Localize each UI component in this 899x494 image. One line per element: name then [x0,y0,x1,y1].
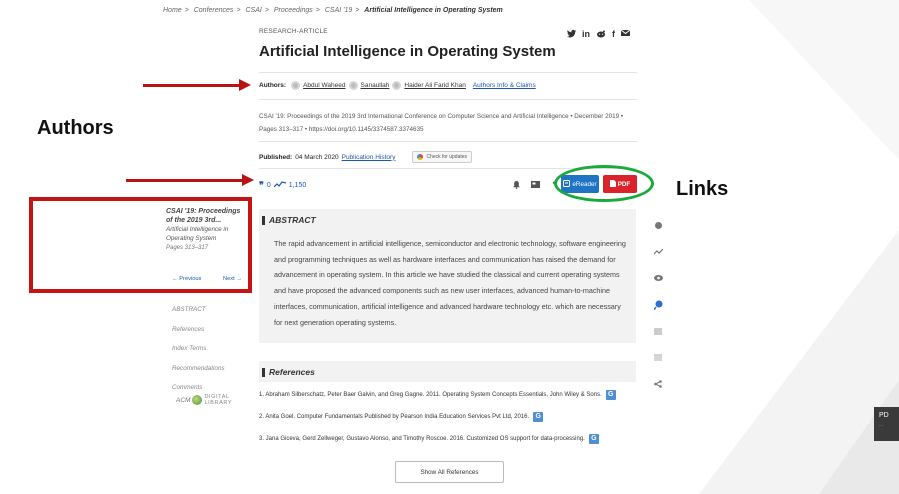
references-section-header: References [259,361,636,382]
downloads-count[interactable]: 1,150 [289,182,307,189]
info-icon[interactable] [652,219,664,231]
authors-arrow [143,79,251,91]
heading-bar [262,215,265,225]
citations-count[interactable]: 0 [267,182,271,189]
metrics-row: ❞ 0 1,150 [259,180,306,191]
author-avatar-icon [392,81,402,90]
metrics-icon[interactable] [652,246,664,258]
links-annotation-label: Links [676,178,729,200]
sidebar-highlight-box [29,197,252,293]
breadcrumb-csai[interactable]: CSAI [245,7,261,14]
breadcrumb-conferences[interactable]: Conferences [194,7,234,14]
background-decoration [639,0,899,494]
check-for-updates-button[interactable]: Check for updates [412,151,473,163]
divider [259,72,637,73]
authors-row: Authors: Abdul Waheed Sanaullah Haider A… [259,81,536,90]
breadcrumb-csai19[interactable]: CSAI '19 [325,7,352,14]
references-heading: References [262,367,315,377]
sidebar-item-abstract[interactable]: ABSTRACT [172,300,225,320]
publication-history-link[interactable]: Publication History [342,154,396,161]
share-icon[interactable] [652,378,664,390]
facebook-icon[interactable]: f [612,29,615,40]
abstract-section: ABSTRACT The rapid advancement in artifi… [259,209,636,343]
breadcrumb-current: Artificial Intelligence in Operating Sys… [364,7,503,14]
linkedin-icon[interactable]: in [582,29,590,40]
google-scholar-icon[interactable]: G [605,390,616,400]
pdf-side-tab[interactable]: PD ··· [874,407,899,441]
breadcrumb-proceedings[interactable]: Proceedings [274,7,313,14]
globe-icon [192,395,203,405]
author-link[interactable]: Abdul Waheed [303,82,345,89]
abstract-heading: ABSTRACT [262,215,316,225]
breadcrumb-home[interactable]: Home [163,7,182,14]
reference-item: 1. Abraham Silberschatz, Peter Baer Galv… [259,390,649,400]
authors-info-link[interactable]: Authors Info & Claims [473,82,536,89]
author-link[interactable]: Sanaullah [361,82,390,89]
sidebar-item-references[interactable]: References [172,320,225,340]
show-all-references-button[interactable]: Show All References [395,461,504,483]
article-tools: ❞ [512,180,559,189]
crossmark-icon [417,154,424,160]
sidebar-item-recommendations[interactable]: Recommendations [172,359,225,379]
citation-info: CSAI '19: Proceedings of the 2019 3rd In… [259,110,639,136]
author-avatar-icon [348,81,358,90]
social-share-bar: in f [567,29,631,40]
bell-icon[interactable] [512,180,521,189]
article-type-label: RESEARCH-ARTICLE [259,28,328,35]
sidebar-item-index-terms[interactable]: Index Terms [172,339,225,359]
sidebar-menu: ABSTRACT References Index Terms Recommen… [172,300,225,398]
published-row: Published: 04 March 2020 Publication His… [259,151,473,163]
published-label: Published: [259,153,293,161]
twitter-icon[interactable] [567,29,576,40]
authors-label: Authors: [259,82,287,89]
google-scholar-icon[interactable]: G [588,434,599,444]
acm-dl-logo[interactable]: ACM DIGITAL LIBRARY [176,394,232,406]
email-icon[interactable] [620,29,631,40]
breadcrumb: Home > Conferences > CSAI > Proceedings > CS… [163,7,503,14]
article-title: Artificial Intelligence in Operating Sys… [259,43,556,60]
tables-icon[interactable] [652,325,664,337]
metrics-arrow [126,174,254,186]
citation-line: CSAI '19: Proceedings of the 2019 3rd In… [259,113,624,120]
downloads-trend-icon [273,181,286,190]
published-date: 04 March 2020 [295,153,339,161]
abstract-text: The rapid advancement in artificial inte… [274,239,626,327]
reference-item: 2. Anita Goel. Computer Fundamentals Pub… [259,412,649,422]
citation-line: Pages 313–317 • https://doi.org/10.1145/… [259,126,424,133]
reddit-icon[interactable] [596,29,606,40]
author-avatar-icon [291,81,301,90]
citations-icon: ❞ [259,180,264,190]
heading-bar [262,367,265,377]
figures-icon[interactable] [652,299,664,311]
links-highlight-oval [554,165,654,202]
divider [259,99,637,100]
export-citation-icon[interactable] [531,180,540,189]
divider [259,141,637,142]
author-link[interactable]: Haider Ali Farid Khan [404,82,465,89]
google-scholar-icon[interactable]: G [533,412,544,422]
eye-icon[interactable] [652,272,664,284]
media-icon[interactable] [652,352,664,364]
authors-annotation-label: Authors [37,117,114,139]
right-tool-rail [652,219,668,405]
reference-item: 3. Jana Giceva, Gerd Zellweger, Gustavo … [259,434,649,444]
